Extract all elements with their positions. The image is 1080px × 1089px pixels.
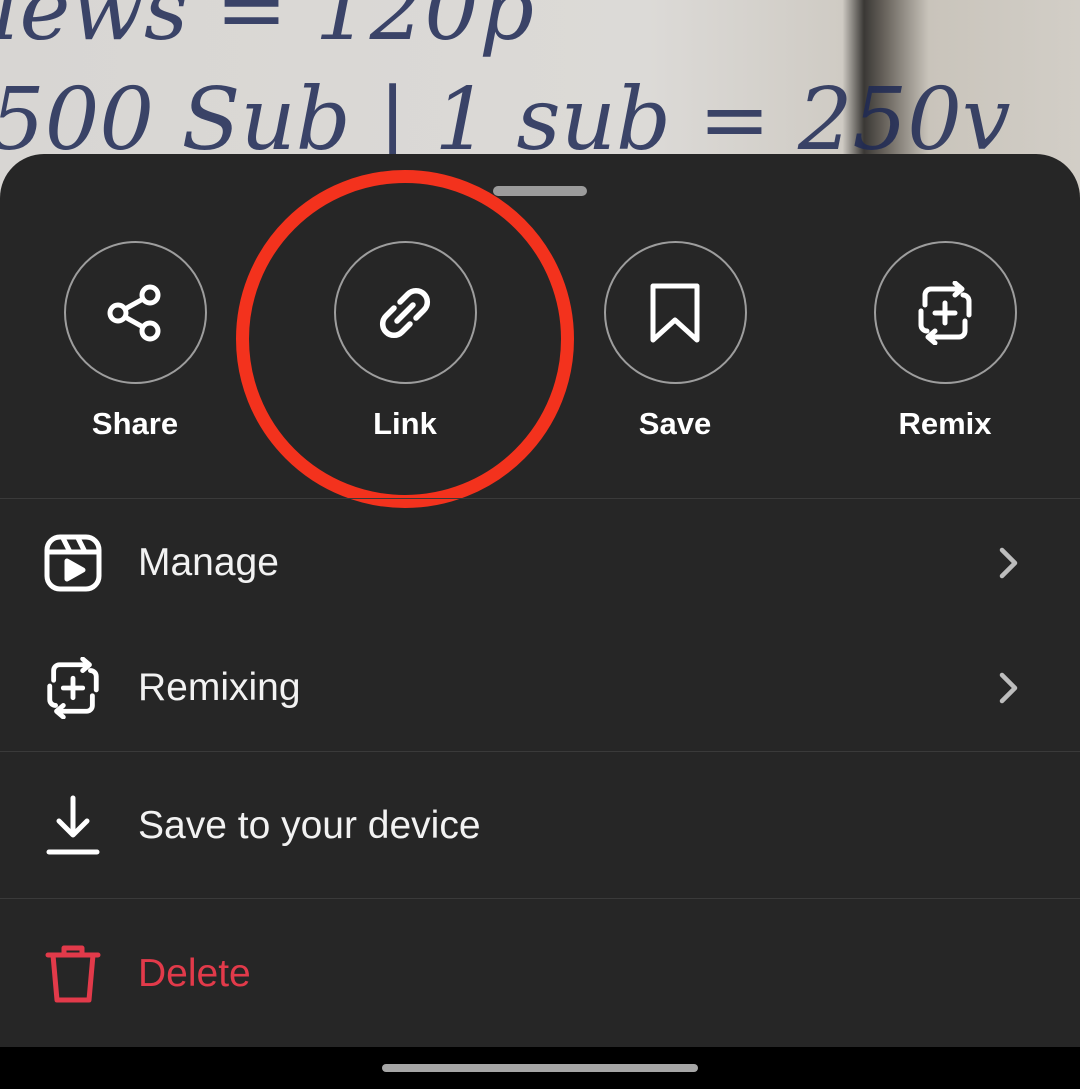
- trash-icon: [40, 941, 106, 1007]
- menu-item-save-to-device[interactable]: Save to your device: [0, 766, 1080, 886]
- save-label: Save: [638, 406, 712, 441]
- bookmark-icon: [650, 283, 700, 342]
- remixing-label: Remixing: [138, 666, 301, 709]
- share-circle: [63, 241, 207, 384]
- divider: [0, 498, 1080, 499]
- remix-button[interactable]: Remix: [865, 241, 1025, 461]
- link-icon: [379, 287, 431, 338]
- download-icon: [40, 793, 106, 859]
- share-button[interactable]: Share: [55, 241, 215, 461]
- divider: [0, 898, 1080, 899]
- whiteboard-text-line-1: iews = 120p: [0, 0, 535, 60]
- delete-label: Delete: [138, 952, 251, 995]
- manage-label: Manage: [138, 541, 279, 584]
- share-icon: [107, 284, 161, 341]
- sheet-drag-handle[interactable]: [493, 186, 587, 196]
- link-label: Link: [373, 406, 437, 441]
- menu-item-remixing[interactable]: Remixing: [0, 628, 1080, 748]
- chevron-right-icon: [999, 547, 1018, 579]
- save-to-device-label: Save to your device: [138, 804, 481, 847]
- remix-label: Remix: [898, 406, 992, 441]
- save-circle: [603, 241, 747, 384]
- link-button[interactable]: Link: [325, 241, 485, 461]
- home-gesture-pill[interactable]: [382, 1064, 698, 1072]
- link-circle: [333, 241, 477, 384]
- menu-item-manage[interactable]: Manage: [0, 503, 1080, 623]
- share-label: Share: [91, 406, 179, 441]
- remix-icon: [918, 280, 972, 345]
- remix-icon: [40, 655, 106, 721]
- menu-item-delete[interactable]: Delete: [0, 914, 1080, 1034]
- remix-circle: [873, 241, 1017, 384]
- reels-icon: [40, 530, 106, 596]
- divider: [0, 751, 1080, 752]
- save-button[interactable]: Save: [595, 241, 755, 461]
- chevron-right-icon: [999, 672, 1018, 704]
